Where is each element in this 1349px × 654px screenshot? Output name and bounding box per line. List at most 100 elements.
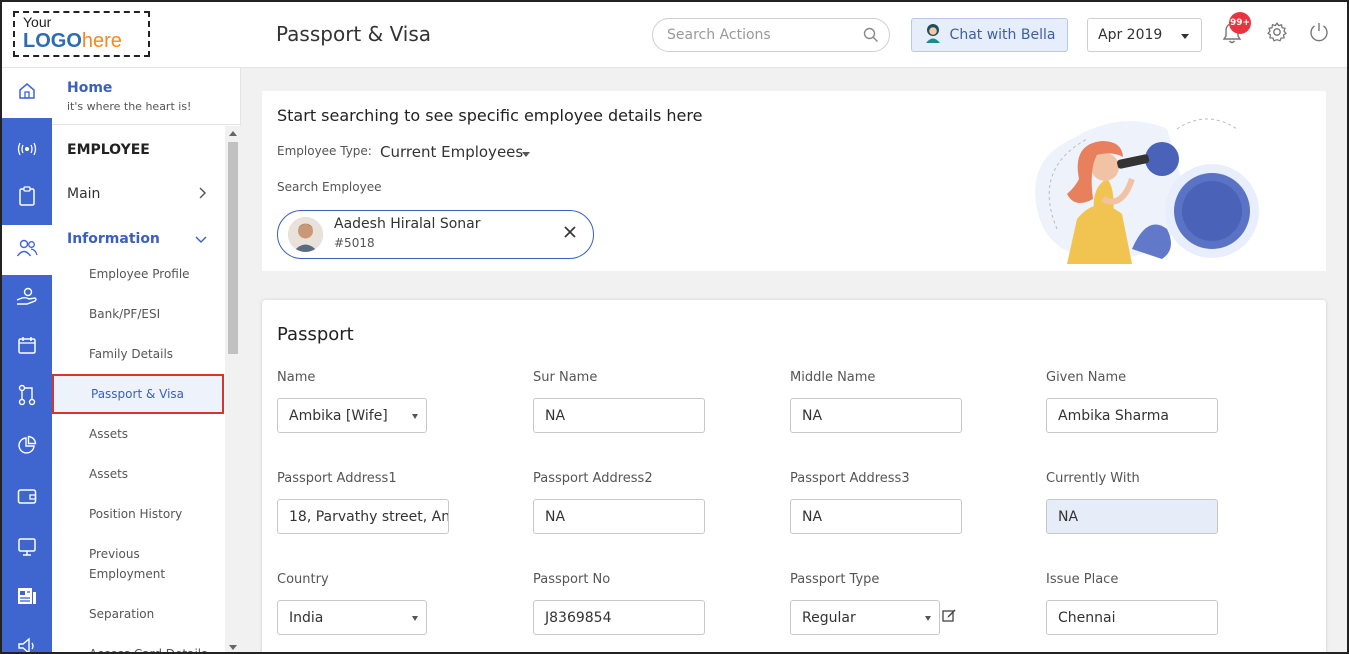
hand-coin-icon [16,287,38,311]
nav-sub-employee-profile[interactable]: Employee Profile [52,254,224,294]
rail-home[interactable] [2,68,52,118]
wallet-icon [17,487,37,509]
nav-sub-passport-visa[interactable]: Passport & Visa [52,374,224,414]
pie-chart-icon [17,435,37,459]
field-label-issue-place: Issue Place [1046,572,1119,587]
search-employee-label: Search Employee [277,180,382,194]
megaphone-icon [17,637,37,652]
rail-monitor[interactable] [2,524,52,574]
passport-card: Passport Name Ambika [Wife] Sur Name NA … [262,300,1326,652]
field-label-surname: Sur Name [533,370,598,385]
scroll-up-arrow[interactable] [229,131,237,136]
rail-payroll[interactable] [2,274,52,324]
search-card-heading: Start searching to see specific employee… [277,106,703,125]
passport-address3-input[interactable]: NA [790,499,962,534]
scroll-down-arrow[interactable] [229,645,237,650]
selected-employee-chip[interactable]: Aadesh Hiralal Sonar #5018 [277,210,594,259]
dropdown-arrow-icon [925,616,931,621]
page-title: Passport & Visa [276,22,432,46]
nav-sub-access-card-details[interactable]: Access Card Details [52,634,224,652]
country-select-value: India [289,610,324,626]
issue-place-input[interactable]: Chennai [1046,600,1218,635]
passport-heading: Passport [277,324,354,345]
surname-input[interactable]: NA [533,398,705,433]
nav-home-title: Home [67,80,113,96]
logo-here-word: here [81,30,122,52]
users-icon [16,239,38,261]
middle-name-input[interactable]: NA [790,398,962,433]
power-icon[interactable] [1308,21,1330,47]
passport-address1-input[interactable]: 18, Parvathy street, Anna [277,499,449,534]
rail-wallet[interactable] [2,473,52,523]
nav-home-subtitle: it's where the heart is! [67,100,192,113]
rail-workflow[interactable] [2,372,52,422]
name-select[interactable]: Ambika [Wife] [277,398,427,433]
nav-sub-position-history[interactable]: Position History [52,494,224,534]
search-input[interactable] [667,27,847,43]
employee-search-card: Start searching to see specific employee… [262,91,1326,271]
top-header: Your LOGOhere Passport & Visa Chat with … [2,2,1347,68]
passport-type-select[interactable]: Regular [790,600,940,635]
month-selector[interactable]: Apr 2019 [1087,18,1202,52]
nav-sub-previous-employment[interactable]: Previous Employment [52,544,192,584]
scroll-thumb[interactable] [228,142,238,354]
logo-line2: LOGOhere [23,30,140,52]
field-label-passport-address3: Passport Address3 [790,471,910,486]
rail-calendar[interactable] [2,322,52,372]
nav-item-information-label: Information [67,231,160,247]
nav-home[interactable]: Home it's where the heart is! [67,80,191,113]
employee-type-dropdown[interactable]: Current Employees [380,143,523,161]
passport-address2-input[interactable]: NA [533,499,705,534]
nav-sub-separation[interactable]: Separation [52,594,224,634]
currently-with-field[interactable]: NA [1046,499,1218,534]
field-label-passport-address1: Passport Address1 [277,471,397,486]
icon-rail [2,68,52,652]
search-illustration [1027,99,1267,264]
monitor-icon [17,537,37,561]
git-branch-icon [17,384,37,410]
employee-avatar [288,217,323,252]
passport-type-value: Regular [802,610,856,626]
employee-id: #5018 [334,236,375,250]
rail-news[interactable] [2,573,52,623]
nav-sub-bank-pf-esi[interactable]: Bank/PF/ESI [52,294,224,334]
employee-name: Aadesh Hiralal Sonar [334,216,481,232]
nav-sub-assets[interactable]: Assets [52,454,224,494]
country-select[interactable]: India [277,600,427,635]
nav-scrollbar[interactable] [225,126,241,652]
field-label-given-name: Given Name [1046,370,1127,385]
employee-type-label: Employee Type: [277,144,372,158]
nav-item-main[interactable]: Main [67,186,207,202]
chevron-right-icon [197,187,207,203]
field-label-passport-type: Passport Type [790,572,880,587]
edit-icon[interactable] [942,607,956,626]
bella-avatar-icon [924,23,942,47]
home-icon [17,81,37,105]
chat-with-bella-button[interactable]: Chat with Bella [911,18,1068,52]
passport-no-input[interactable]: J8369854 [533,600,705,635]
nav-sub-family-details[interactable]: Family Details [52,334,224,374]
dropdown-arrow-icon [412,616,418,621]
chat-with-bella-label: Chat with Bella [949,27,1056,43]
rail-clipboard[interactable] [2,173,52,223]
calendar-icon [17,335,37,359]
clipboard-icon [18,186,36,210]
search-icon[interactable] [863,27,879,47]
field-label-currently-with: Currently With [1046,471,1140,486]
notification-badge: 99+ [1229,12,1251,34]
rail-announcements[interactable] [2,623,52,652]
gear-icon[interactable] [1266,21,1288,47]
search-actions-box[interactable] [652,18,890,52]
caret-down-icon[interactable] [522,152,530,157]
nav-sub-assets[interactable]: Assets [52,414,224,454]
given-name-input[interactable]: Ambika Sharma [1046,398,1218,433]
close-icon[interactable] [563,224,577,243]
rail-reports[interactable] [2,422,52,472]
field-label-passport-address2: Passport Address2 [533,471,653,486]
rail-broadcast[interactable] [2,125,52,175]
company-logo[interactable]: Your LOGOhere [13,11,150,57]
nav-item-information[interactable]: Information [67,231,207,247]
nav-sidebar: Home it's where the heart is! EMPLOYEE M… [52,68,241,652]
rail-users[interactable] [2,225,52,275]
broadcast-icon [16,141,38,160]
